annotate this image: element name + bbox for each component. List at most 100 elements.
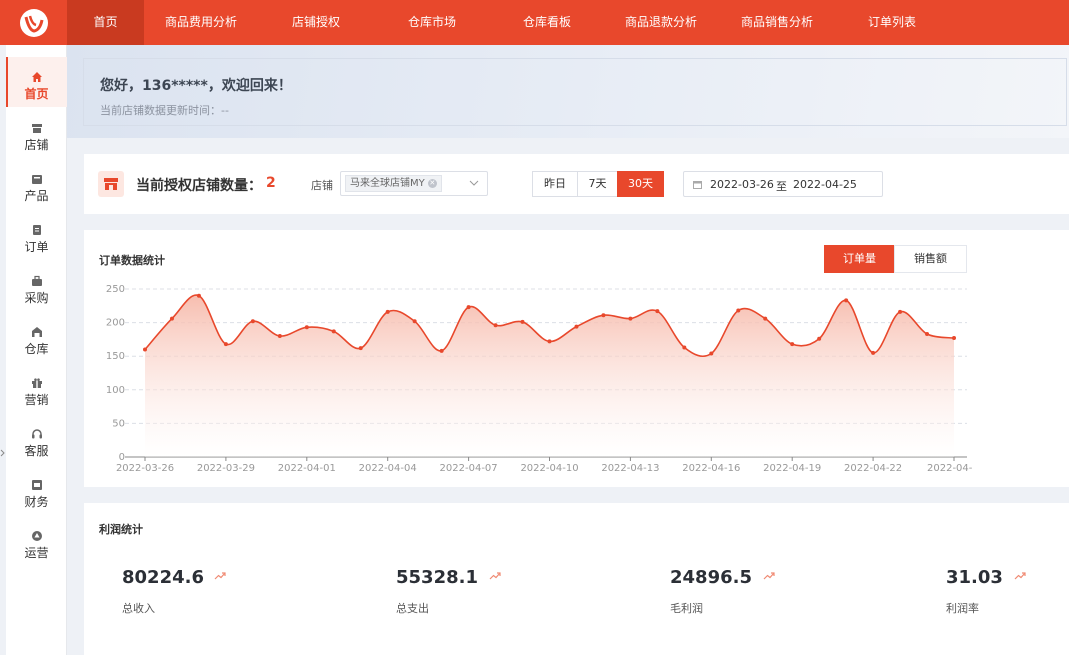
data-point [925, 332, 930, 337]
data-point [196, 293, 201, 298]
range-7days-button[interactable]: 7天 [577, 171, 618, 197]
y-tick-label: 50 [112, 418, 125, 429]
data-point [871, 350, 876, 355]
data-point [898, 309, 903, 314]
sidebar-item-label: 运营 [24, 546, 49, 560]
data-point [439, 348, 444, 353]
data-point [466, 305, 471, 310]
nav-store-authorization[interactable]: 店铺授权 [276, 0, 356, 45]
profit-stats-title: 利润统计 [99, 523, 143, 536]
nav-product-cost-analysis[interactable]: 商品费用分析 [155, 0, 247, 45]
sidebar-item-label: 店铺 [24, 138, 49, 152]
x-tick-label: 2022-04-04 [359, 463, 417, 474]
nav-refund-analysis[interactable]: 商品退款分析 [615, 0, 707, 45]
data-point [547, 339, 552, 344]
store-icon [98, 171, 124, 197]
product-icon [31, 175, 42, 184]
sidebar-item-label: 客服 [24, 444, 49, 458]
x-tick-label: 2022-04-13 [601, 463, 659, 474]
calendar-icon [693, 181, 702, 189]
sidebar-item-label: 财务 [24, 495, 49, 509]
profit-stats-card: 利润统计 80224.6 总收入 55328.1 总支出 24896.5 毛利润… [84, 503, 1069, 655]
store-tag-label: 马来全球店铺MY [350, 178, 425, 189]
data-point [655, 309, 660, 314]
date-range-picker[interactable]: 2022-03-26 至 2022-04-25 [683, 171, 883, 197]
sidebar-item-order[interactable]: 订单 [6, 210, 67, 260]
x-tick-label: 2022-04-19 [763, 463, 821, 474]
sidebar-item-operations[interactable]: 运营 [6, 516, 67, 566]
authorized-store-count: 2 [266, 175, 276, 191]
y-tick-label: 200 [106, 318, 125, 329]
store-select-label: 店铺 [311, 179, 333, 192]
home-icon [31, 72, 42, 82]
range-yesterday-button[interactable]: 昨日 [532, 171, 578, 197]
data-point [952, 336, 956, 341]
sidebar-item-finance[interactable]: 财务 [6, 465, 67, 515]
trend-up-icon [1014, 572, 1026, 580]
data-point [574, 324, 579, 329]
sidebar-item-marketing[interactable]: 营销 [6, 363, 67, 413]
headset-icon [31, 429, 42, 439]
data-point [412, 319, 417, 324]
authorized-store-title: 当前授权店铺数量： [136, 178, 262, 194]
nav-home[interactable]: 首页 [67, 0, 144, 45]
data-point [709, 351, 714, 356]
data-point [385, 309, 390, 314]
chevron-down-icon [469, 180, 479, 186]
sidebar-item-home[interactable]: 首页 [6, 57, 67, 107]
welcome-banner: 您好，136*****，欢迎回来！ 当前店铺数据更新时间：-- [67, 45, 1069, 138]
stat-total-expense-label: 总支出 [396, 602, 429, 615]
x-tick-label: 2022-04-22 [844, 463, 902, 474]
order-chart: 2022-03-26 2022-03-29 2022-04-01 2022-04-04… [106, 284, 973, 474]
order-stats-card: 订单数据统计 订单量 销售额 2022-03-26 2022-03-29 2022-… [84, 230, 1069, 487]
date-end: 2022-04-25 [793, 178, 857, 191]
stat-profit-rate-label: 利润率 [946, 602, 979, 615]
stat-total-income-label: 总收入 [122, 602, 155, 615]
collapse-arrow-icon[interactable] [0, 448, 5, 458]
date-separator: 至 [776, 180, 787, 193]
data-point [817, 336, 822, 341]
data-point [736, 308, 741, 313]
shop-icon [31, 124, 42, 133]
trend-up-icon [763, 572, 775, 580]
series-area [145, 295, 954, 457]
data-point [844, 298, 849, 303]
stat-total-income-value: 80224.6 [122, 567, 204, 588]
store-select[interactable]: 马来全球店铺MY ✕ [340, 171, 488, 196]
data-point [331, 329, 336, 334]
y-tick-label: 100 [106, 385, 125, 396]
nav-warehouse-board[interactable]: 仓库看板 [507, 0, 587, 45]
y-tick-label: 150 [106, 351, 125, 362]
nav-sales-analysis[interactable]: 商品销售分析 [731, 0, 823, 45]
data-point [628, 316, 633, 321]
sidebar: 首页 店铺 产品 订单 采购 仓库 营销 客服 财务 运营 [6, 45, 67, 655]
stat-gross-profit-value: 24896.5 [670, 567, 752, 588]
x-tick-label: 2022-04- [927, 463, 973, 474]
y-tick-label: 250 [106, 284, 125, 295]
logo-icon[interactable] [0, 0, 67, 45]
range-30days-button[interactable]: 30天 [617, 171, 664, 197]
data-point [358, 346, 363, 351]
nav-order-list[interactable]: 订单列表 [852, 0, 932, 45]
data-point [601, 313, 606, 318]
store-filter-card: 当前授权店铺数量： 2 店铺 马来全球店铺MY ✕ 昨日 7天 30天 2022… [84, 154, 1069, 214]
sidebar-item-label: 订单 [24, 240, 49, 254]
x-tick-label: 2022-04-16 [682, 463, 740, 474]
sidebar-item-product[interactable]: 产品 [6, 159, 67, 209]
x-tick-label: 2022-04-01 [278, 463, 336, 474]
sidebar-item-purchase[interactable]: 采购 [6, 261, 67, 311]
nav-warehouse-market[interactable]: 仓库市场 [392, 0, 472, 45]
data-point [682, 345, 687, 350]
sidebar-item-warehouse[interactable]: 仓库 [6, 312, 67, 362]
top-nav: 首页 商品费用分析 店铺授权 仓库市场 仓库看板 商品退款分析 商品销售分析 订… [0, 0, 1069, 45]
sidebar-item-service[interactable]: 客服 [6, 414, 67, 464]
trend-up-icon [214, 572, 226, 580]
x-tick-label: 2022-03-29 [197, 463, 255, 474]
date-start: 2022-03-26 [710, 178, 774, 191]
operations-icon [31, 531, 42, 541]
tag-close-icon[interactable]: ✕ [427, 179, 437, 188]
stat-total-expense-value: 55328.1 [396, 567, 478, 588]
x-tick-label: 2022-04-10 [520, 463, 578, 474]
sidebar-item-shop[interactable]: 店铺 [6, 108, 67, 158]
y-tick-label: 0 [119, 452, 125, 463]
